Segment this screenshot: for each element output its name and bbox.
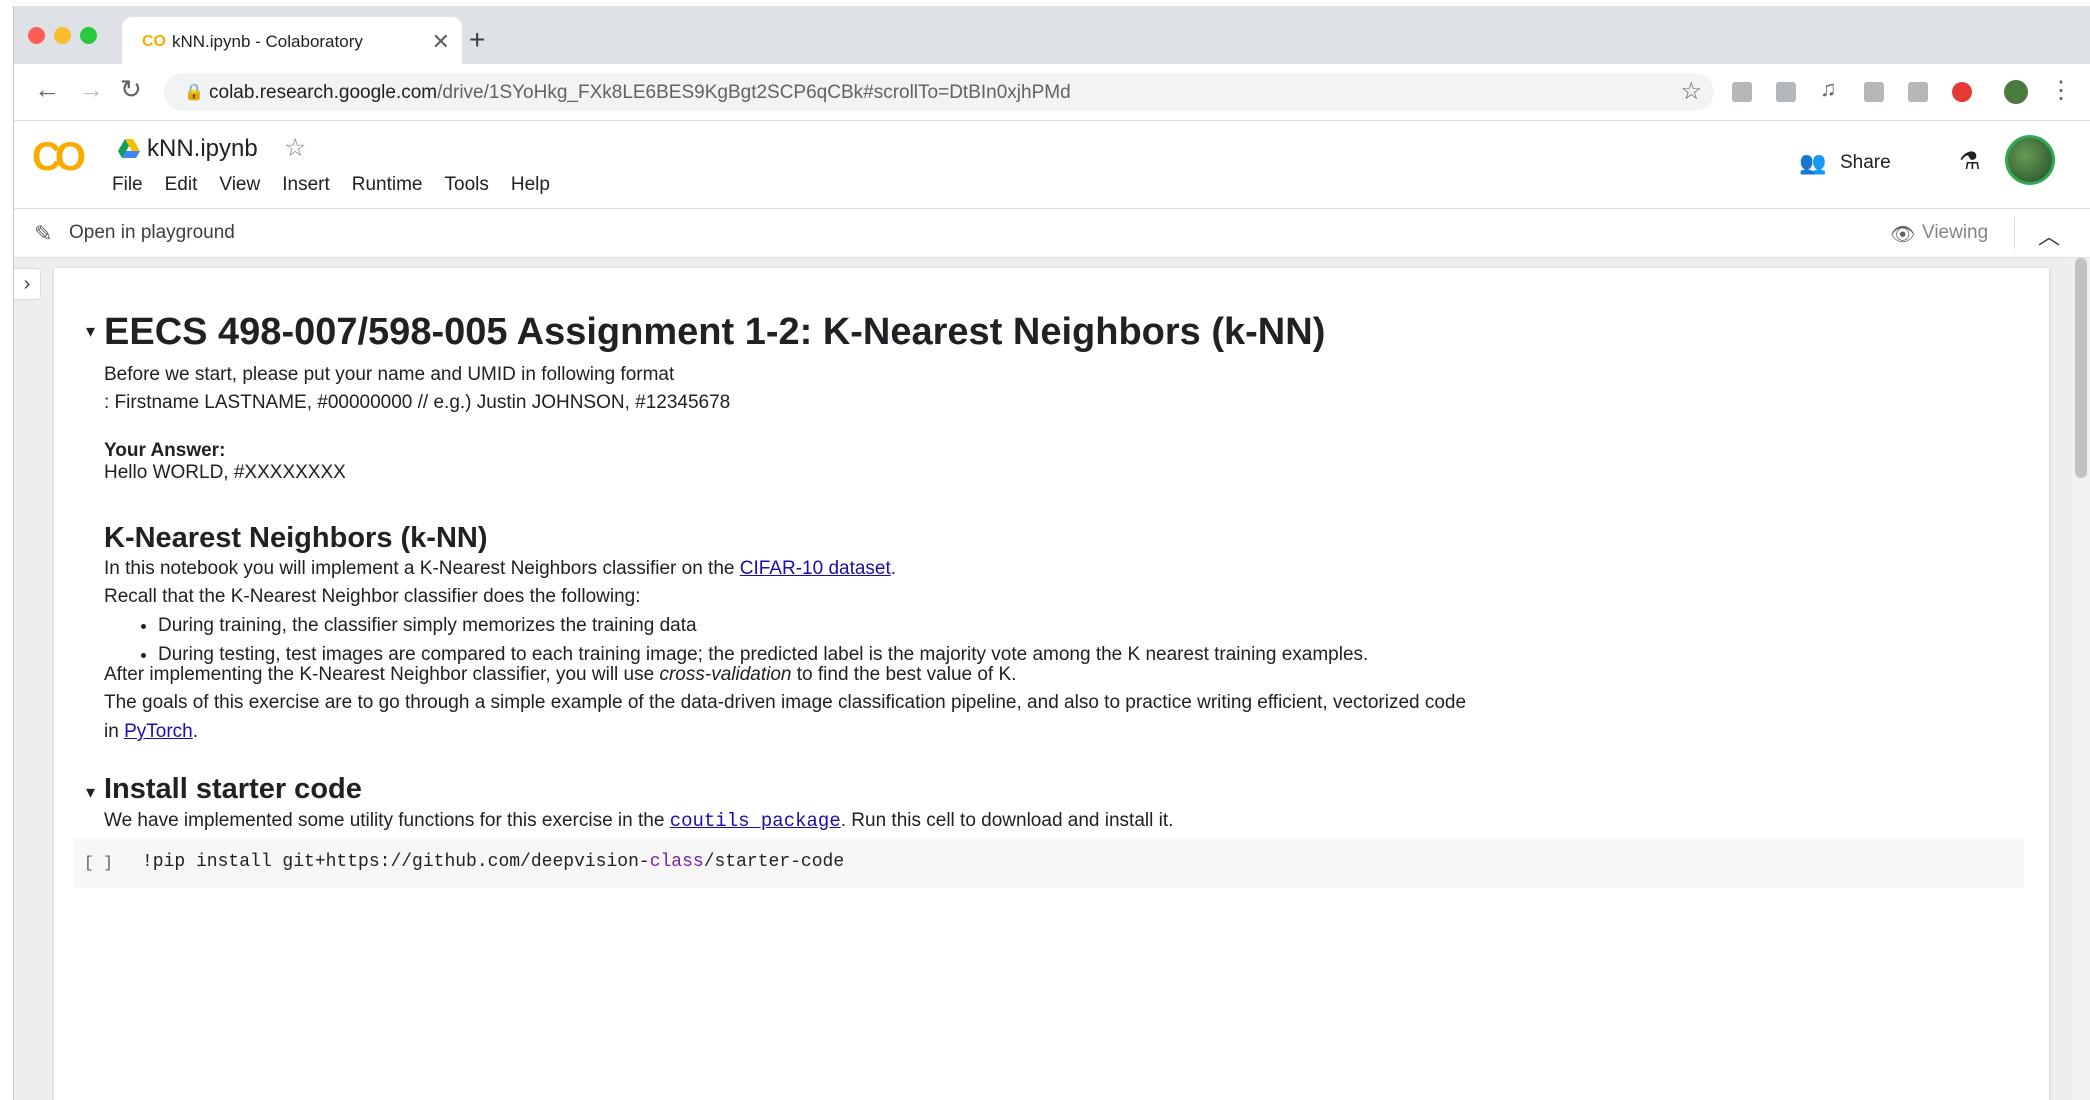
adblock-icon[interactable] [1952, 82, 1972, 102]
colab-logo[interactable]: CO [32, 135, 86, 180]
menu-bar: File Edit View Insert Runtime Tools Help [112, 174, 550, 196]
paragraph-text: . [192, 721, 198, 742]
open-in-playground-button[interactable]: Open in playground [69, 222, 235, 244]
menu-edit[interactable]: Edit [165, 174, 198, 196]
emphasis-text: cross-validation [659, 664, 792, 685]
url-path: /drive/1SYoHkg_FXk8LE6BES9KgBgt2SCP6qCBk… [437, 82, 1071, 103]
paragraph-text: in [104, 721, 125, 742]
knn-paragraph-3: After implementing the K-Nearest Neighbo… [104, 660, 1016, 689]
section-heading-install: Install starter code [104, 773, 362, 805]
back-arrow-icon[interactable]: ← [34, 74, 60, 105]
maximize-window-button[interactable] [80, 27, 97, 44]
paragraph-text: After implementing the K-Nearest Neighbo… [104, 664, 660, 685]
account-avatar[interactable] [2005, 135, 2055, 185]
code-text: /starter-code [703, 852, 845, 872]
extension-icon[interactable] [1864, 82, 1884, 102]
tab-title: kNN.ipynb - Colaboratory [172, 32, 363, 51]
google-drive-icon [118, 139, 140, 158]
colab-favicon-icon: CO [142, 33, 166, 50]
viewing-status: Viewing [1922, 222, 1989, 243]
knn-paragraph-1: In this notebook you will implement a K-… [104, 554, 896, 583]
chevron-up-icon[interactable]: ︿ [2038, 219, 2060, 251]
cifar-10-link[interactable]: CIFAR-10 dataset [740, 558, 891, 579]
notebook-page: ▾ EECS 498-007/598-005 Assignment 1-2: K… [54, 268, 2049, 1100]
code-cell[interactable]: [ ] !pip install git+https://github.com/… [74, 838, 2024, 888]
chevron-right-icon[interactable]: › [14, 268, 41, 300]
run-cell-button[interactable]: [ ] [84, 854, 113, 872]
knn-paragraph-2: Recall that the K-Nearest Neighbor class… [104, 586, 641, 607]
colab-header: CO kNN.ipynb ☆ File Edit View Insert Run… [14, 121, 2090, 209]
collapse-section-icon[interactable]: ▾ [86, 782, 95, 803]
menu-help[interactable]: Help [511, 174, 550, 196]
browser-menu-icon[interactable]: ⋮ [2049, 76, 2073, 105]
browser-tab[interactable]: CO kNN.ipynb - Colaboratory ✕ [122, 17, 462, 66]
lock-icon: 🔒 [184, 84, 204, 101]
menu-file[interactable]: File [112, 174, 143, 196]
knn-paragraph-4-line-1: The goals of this exercise are to go thr… [104, 692, 1467, 713]
star-notebook-icon[interactable]: ☆ [284, 133, 306, 163]
knn-paragraph-4-line-2: in PyTorch. [104, 717, 198, 746]
close-window-button[interactable] [28, 27, 45, 44]
extension-icon[interactable] [1908, 82, 1928, 102]
list-item: During training, the classifier simply m… [158, 611, 1368, 640]
paragraph-text: . [890, 558, 897, 579]
eye-icon: 👁 [1890, 224, 1916, 246]
paragraph-text: In this notebook you will implement a K-… [104, 558, 740, 579]
browser-window: CO kNN.ipynb - Colaboratory ✕ + ← → ↻ 🔒 … [13, 6, 2090, 1100]
notebook-toolbar: ✎ Open in playground 👁 Viewing ︿ [14, 209, 2090, 258]
profile-avatar-icon[interactable] [2004, 80, 2028, 104]
scrollbar-thumb[interactable] [2075, 258, 2087, 478]
collapse-section-icon[interactable]: ▾ [86, 321, 95, 342]
people-icon[interactable]: 👥 [1799, 150, 1826, 176]
minimize-window-button[interactable] [54, 27, 71, 44]
notebook-area: › ▾ EECS 498-007/598-005 Assignment 1-2:… [14, 258, 2090, 1100]
menu-view[interactable]: View [219, 174, 260, 196]
forward-arrow-icon[interactable]: → [78, 74, 104, 105]
extension-icon[interactable] [1776, 82, 1796, 102]
menu-insert[interactable]: Insert [282, 174, 330, 196]
page-title: EECS 498-007/598-005 Assignment 1-2: K-N… [104, 311, 1326, 353]
section-heading-knn: K-Nearest Neighbors (k-NN) [104, 522, 488, 554]
share-button[interactable]: Share [1840, 152, 1891, 174]
edit-note-icon[interactable]: ✎ [34, 221, 52, 247]
scrollbar[interactable] [2071, 258, 2090, 1100]
link-text: coutils package [669, 810, 841, 832]
tab-close-icon[interactable]: ✕ [432, 29, 450, 55]
intro-line-1: Before we start, please put your name an… [104, 364, 675, 385]
toolbar-divider [2014, 217, 2015, 249]
tab-strip: CO kNN.ipynb - Colaboratory ✕ + [14, 6, 2090, 66]
paragraph-text: We have implemented some utility functio… [104, 810, 670, 831]
code-text: !pip install git+https://github.com/deep… [142, 852, 650, 872]
url-text: colab.research.google.com/drive/1SYoHkg_… [209, 82, 1071, 104]
pytorch-link[interactable]: PyTorch [124, 721, 193, 742]
navigation-bar: ← → ↻ 🔒 colab.research.google.com/drive/… [14, 64, 2090, 121]
code-keyword: class [649, 852, 704, 872]
address-bar[interactable]: 🔒 colab.research.google.com/drive/1SYoHk… [164, 73, 1714, 111]
menu-tools[interactable]: Tools [445, 174, 489, 196]
install-paragraph: We have implemented some utility functio… [104, 806, 1173, 836]
menu-runtime[interactable]: Runtime [352, 174, 423, 196]
music-note-icon[interactable]: ♫ [1820, 76, 1837, 102]
code-line: !pip install git+https://github.com/deep… [142, 852, 844, 872]
extension-icon[interactable] [1732, 82, 1752, 102]
url-domain: colab.research.google.com [209, 82, 438, 103]
answer-value: Hello WORLD, #XXXXXXXX [104, 462, 346, 483]
intro-line-2: : Firstname LASTNAME, #00000000 // e.g.)… [104, 392, 731, 413]
coutils-link[interactable]: coutils package [670, 810, 841, 832]
reload-icon[interactable]: ↻ [120, 74, 142, 105]
flask-icon[interactable]: ⚗ [1959, 147, 1981, 176]
bookmark-star-icon[interactable]: ☆ [1680, 77, 1702, 106]
paragraph-text: . Run this cell to download and install … [840, 810, 1174, 831]
paragraph-text: to find the best value of K. [791, 664, 1017, 685]
notebook-title[interactable]: kNN.ipynb [147, 135, 258, 163]
new-tab-icon[interactable]: + [469, 24, 485, 56]
